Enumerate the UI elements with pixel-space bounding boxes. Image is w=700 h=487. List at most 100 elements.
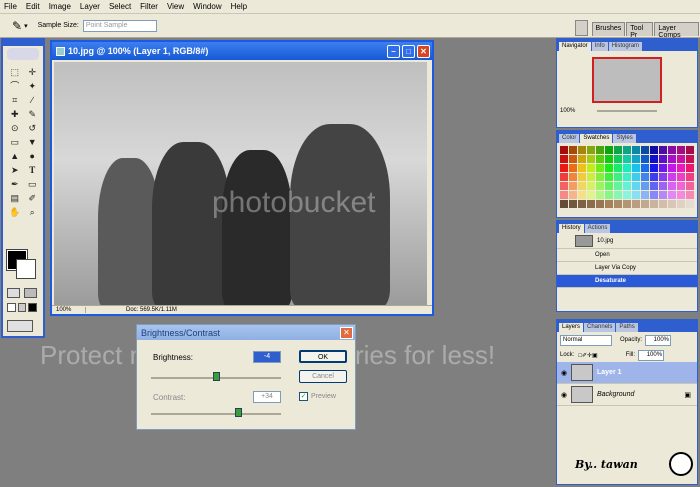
color-swatch[interactable] [578,182,586,190]
sample-size-select[interactable]: Point Sample [82,19,157,32]
dock-tab-layer-comps[interactable]: Layer Comps [654,22,699,39]
tab-navigator[interactable]: Navigator [559,42,591,51]
tool-preset-chevron-icon[interactable]: ▾ [24,22,28,30]
color-swatch[interactable] [623,200,631,208]
color-swatch[interactable] [686,191,694,199]
color-swatch[interactable] [659,182,667,190]
type-tool-icon[interactable]: T [25,164,41,176]
color-swatch[interactable] [677,146,685,154]
dock-tab-tool-presets[interactable]: Tool Pr [626,22,654,39]
history-item-open[interactable]: Open [557,249,697,262]
color-swatch[interactable] [668,155,676,163]
color-swatch[interactable] [569,155,577,163]
dialog-titlebar[interactable]: Brightness/Contrast ✕ [137,325,355,340]
history-item-layer-via-copy[interactable]: Layer Via Copy [557,262,697,275]
paint-bucket-tool-icon[interactable]: ▼ [25,136,41,148]
color-swatch[interactable] [569,146,577,154]
color-swatch[interactable] [569,191,577,199]
color-swatch[interactable] [596,155,604,163]
color-swatch[interactable] [659,191,667,199]
color-swatch[interactable] [614,146,622,154]
pen-tool-icon[interactable]: ✒ [7,178,23,190]
color-swatch[interactable] [686,146,694,154]
color-swatch[interactable] [623,146,631,154]
tab-histogram[interactable]: Histogram [608,42,643,51]
color-swatch[interactable] [614,155,622,163]
minimize-icon[interactable]: – [387,44,400,58]
dock-tab-brushes[interactable]: Brushes [591,22,626,36]
color-swatch[interactable] [614,200,622,208]
color-swatch[interactable] [605,182,613,190]
ok-button[interactable]: OK [299,350,347,363]
color-swatch[interactable] [587,173,595,181]
color-swatch[interactable] [650,182,658,190]
standard-mode-icon[interactable] [7,288,20,298]
menu-edit[interactable]: Edit [26,2,40,11]
color-swatch[interactable] [668,146,676,154]
color-swatch[interactable] [659,173,667,181]
color-swatch[interactable] [641,182,649,190]
tab-styles[interactable]: Styles [613,134,636,143]
color-swatch[interactable] [596,182,604,190]
color-swatch[interactable] [605,191,613,199]
color-swatch[interactable] [686,173,694,181]
color-swatch[interactable] [569,173,577,181]
imageready-icon[interactable] [7,320,33,332]
color-swatch[interactable] [560,173,568,181]
menu-select[interactable]: Select [109,2,131,11]
menu-window[interactable]: Window [193,2,221,11]
color-swatch[interactable] [677,164,685,172]
menu-view[interactable]: View [167,2,184,11]
navigator-preview[interactable] [592,57,662,103]
color-swatch[interactable] [569,164,577,172]
color-swatch[interactable] [641,146,649,154]
color-swatch[interactable] [677,173,685,181]
history-item-desaturate[interactable]: Desaturate [557,275,697,288]
color-swatch[interactable] [677,191,685,199]
contrast-slider-thumb[interactable] [235,408,242,417]
contrast-field[interactable]: +34 [253,391,281,403]
color-swatch[interactable] [578,173,586,181]
doc-size-info[interactable]: Doc: 569.5K/1.11M [126,307,177,313]
menu-layer[interactable]: Layer [80,2,100,11]
color-swatch[interactable] [632,164,640,172]
color-swatch[interactable] [569,182,577,190]
history-brush-tool-icon[interactable]: ↺ [25,122,41,134]
color-swatch[interactable] [632,146,640,154]
brightness-field[interactable]: -4 [253,351,281,363]
color-swatch[interactable] [686,155,694,163]
color-swatch[interactable] [596,200,604,208]
layer-row-background[interactable]: ◉ Background ▣ [557,384,697,406]
color-swatch[interactable] [569,200,577,208]
color-swatch[interactable] [632,200,640,208]
preview-option[interactable]: ✓ Preview [299,392,336,401]
color-swatch[interactable] [632,191,640,199]
color-swatch[interactable] [614,173,622,181]
color-swatch[interactable] [668,173,676,181]
color-swatch[interactable] [650,146,658,154]
color-swatch[interactable] [668,191,676,199]
color-swatch[interactable] [560,155,568,163]
color-swatch[interactable] [632,173,640,181]
color-swatch[interactable] [623,173,631,181]
color-swatch[interactable] [596,146,604,154]
magic-wand-tool-icon[interactable]: ✦ [25,80,41,92]
dialog-close-icon[interactable]: ✕ [340,326,353,339]
color-swatch[interactable] [623,155,631,163]
history-snapshot[interactable]: 10.jpg [557,233,697,249]
clone-stamp-tool-icon[interactable]: ⊙ [7,122,23,134]
eyedropper-icon[interactable]: ✎ [12,19,22,33]
document-window[interactable]: 10.jpg @ 100% (Layer 1, RGB/8#) – □ ✕ 10… [50,40,434,316]
color-swatch[interactable] [659,155,667,163]
tab-actions[interactable]: Actions [584,224,611,233]
color-swatch[interactable] [677,182,685,190]
menu-image[interactable]: Image [49,2,71,11]
eyedropper-tool-icon[interactable]: ✐ [25,192,41,204]
color-swatch[interactable] [605,173,613,181]
color-swatch[interactable] [614,164,622,172]
document-titlebar[interactable]: 10.jpg @ 100% (Layer 1, RGB/8#) – □ ✕ [52,42,432,60]
vertical-scrollbar[interactable] [428,60,432,308]
color-swatch[interactable] [650,173,658,181]
quick-mask-mode-icon[interactable] [24,288,37,298]
swatch-grid[interactable] [557,143,697,211]
